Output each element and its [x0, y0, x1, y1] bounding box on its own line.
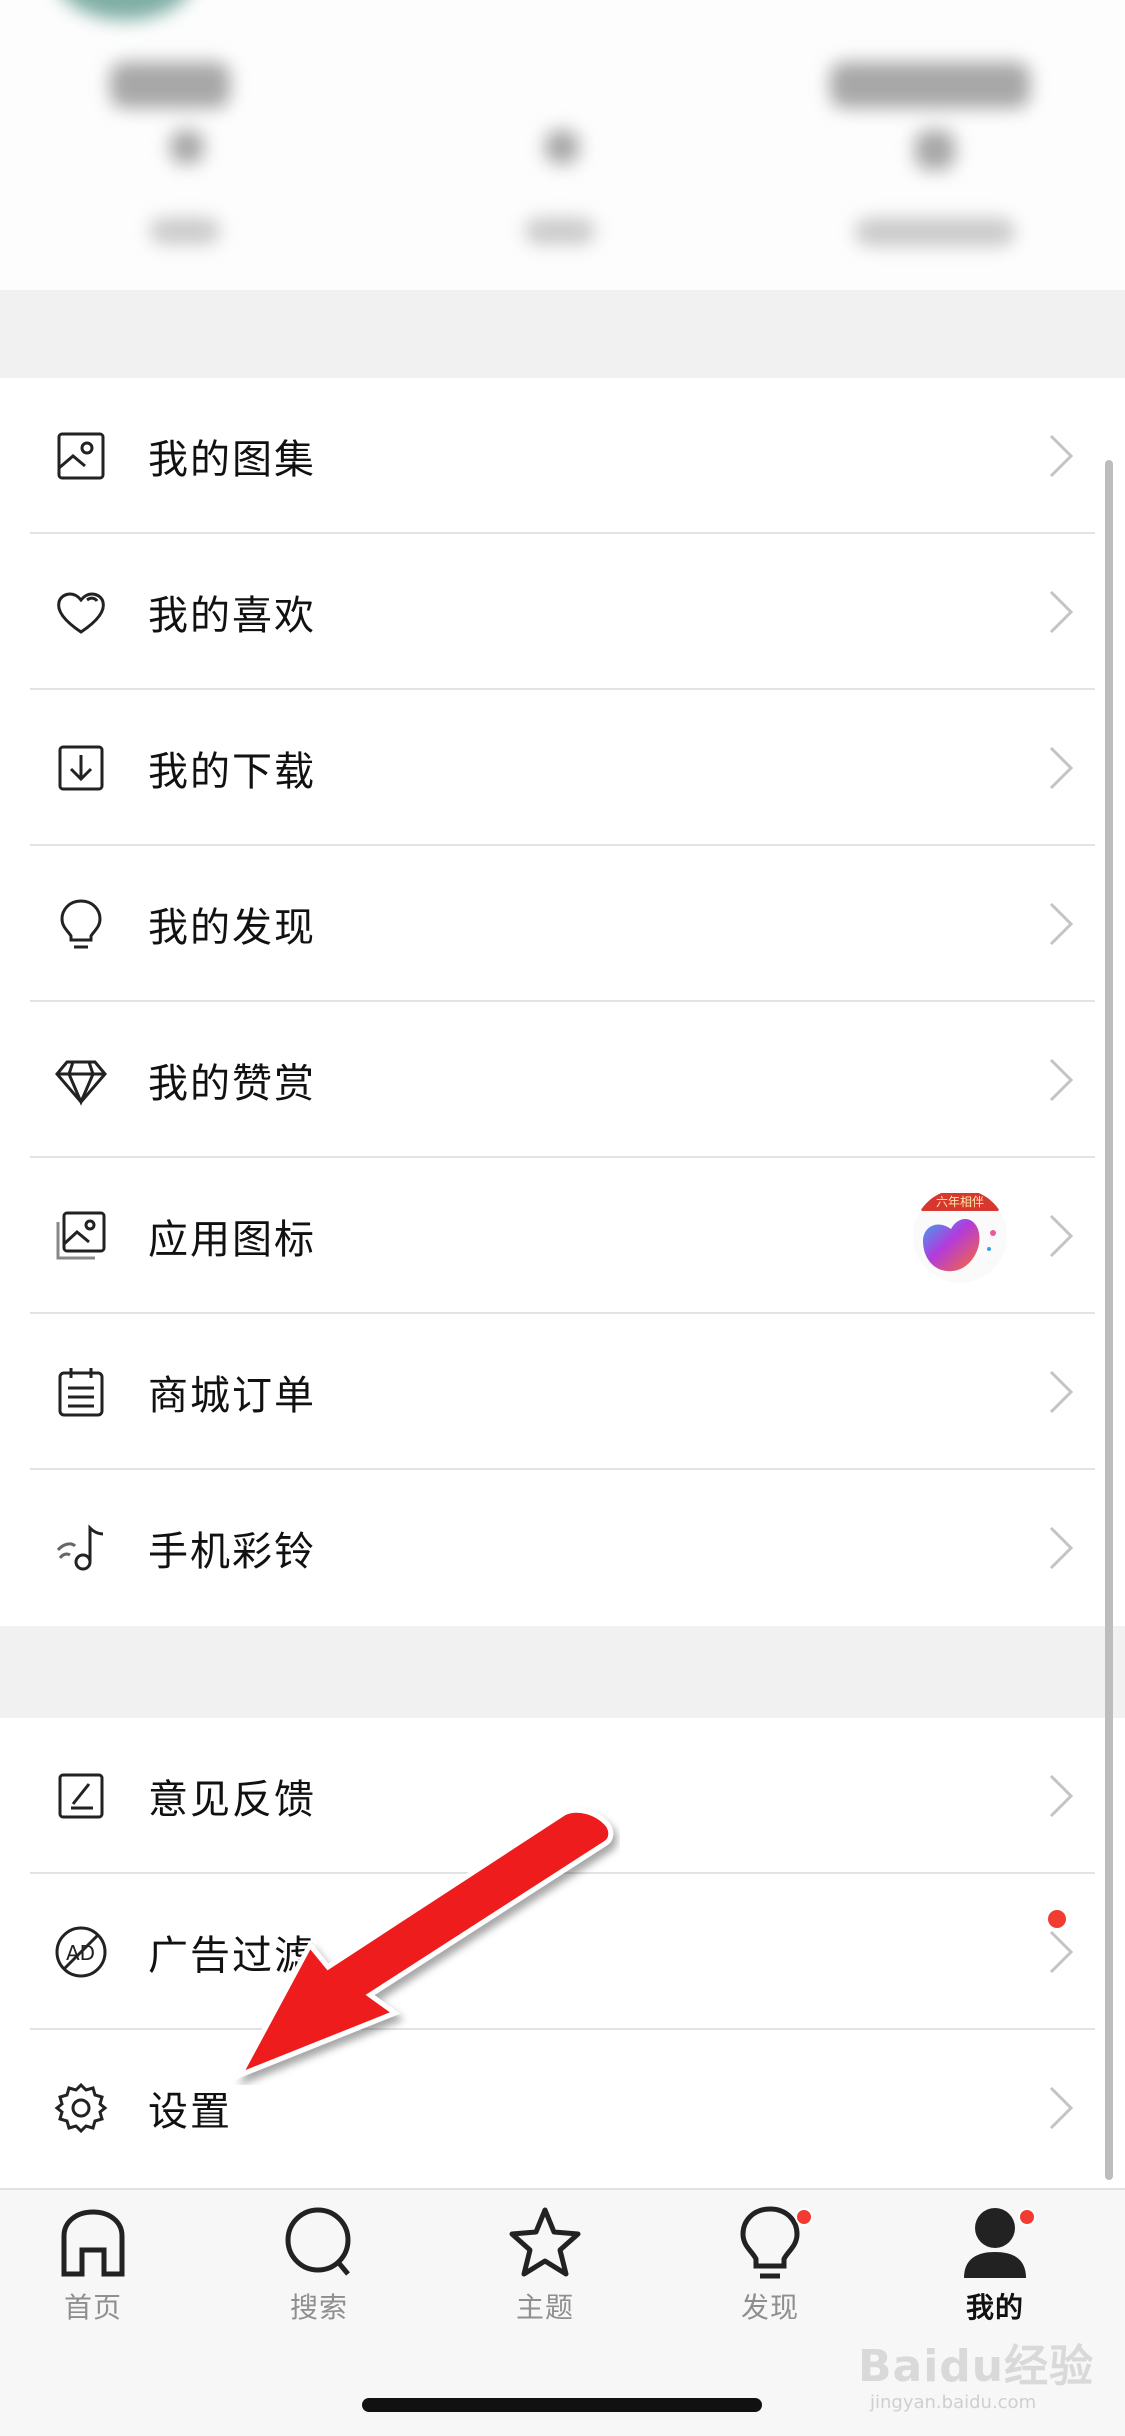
diamond-icon: [50, 1049, 112, 1111]
section-gap: [0, 1626, 1125, 1718]
notification-dot: [1018, 2208, 1036, 2226]
menu-item-label: 设置: [148, 2089, 232, 2135]
scrollbar[interactable]: [1105, 460, 1113, 2180]
ringtone-icon: [50, 1517, 112, 1579]
tab-mine[interactable]: 我的: [920, 2204, 1070, 2334]
home-icon: [61, 2209, 125, 2277]
order-icon: [50, 1361, 112, 1423]
menu-item-my-downloads[interactable]: 我的下载: [0, 690, 1125, 846]
watermark-domain: jingyan.baidu.com: [870, 2392, 1037, 2413]
menu-item-label: 商城订单: [148, 1373, 316, 1419]
profile-header: [0, 0, 1125, 290]
section-gap: [0, 290, 1125, 378]
thumb-banner: 六年相伴: [921, 1193, 999, 1211]
tab-label: 我的: [965, 2291, 1024, 2324]
menu-item-my-discoveries[interactable]: 我的发现: [0, 846, 1125, 1002]
search-icon: [285, 2207, 351, 2276]
menu-item-label: 我的发现: [148, 905, 316, 951]
chevron-right-icon: [1049, 2086, 1074, 2130]
menu-item-my-albums[interactable]: 我的图集: [0, 378, 1125, 534]
tab-label: 主题: [515, 2291, 574, 2324]
chevron-right-icon: [1049, 1526, 1074, 1570]
chevron-right-icon: [1049, 746, 1074, 790]
menu-item-app-icon[interactable]: 应用图标 六年相伴: [0, 1158, 1125, 1314]
chevron-right-icon: [1049, 1930, 1074, 1974]
tab-home[interactable]: 首页: [18, 2204, 168, 2334]
chevron-right-icon: [1049, 590, 1074, 634]
chevron-right-icon: [1049, 1058, 1074, 1102]
notification-dot: [1048, 1910, 1066, 1928]
menu-item-my-likes[interactable]: 我的喜欢: [0, 534, 1125, 690]
menu-group-main: 我的图集 我的喜欢 我的下载 我的发现 我的赞赏 应用图标 六年相伴 商城订单 …: [0, 378, 1125, 1626]
menu-item-label: 我的赞赏: [148, 1061, 316, 1107]
chevron-right-icon: [1049, 1214, 1074, 1258]
ad-block-icon: AD: [50, 1921, 112, 1983]
album-icon: [50, 425, 112, 487]
tab-themes[interactable]: 主题: [470, 2204, 620, 2334]
menu-item-my-rewards[interactable]: 我的赞赏: [0, 1002, 1125, 1158]
app-icon-thumbnail: 六年相伴: [913, 1189, 1007, 1283]
tab-discover[interactable]: 发现: [695, 2204, 845, 2334]
gear-icon: [50, 2077, 112, 2139]
chevron-right-icon: [1049, 434, 1074, 478]
heart-icon: [50, 581, 112, 643]
star-icon: [509, 2207, 581, 2277]
tab-label: 首页: [63, 2291, 122, 2324]
tab-label: 发现: [740, 2291, 799, 2324]
chevron-right-icon: [1049, 902, 1074, 946]
watermark: Baidu经验: [858, 2341, 1095, 2392]
menu-item-label: 应用图标: [148, 1217, 316, 1263]
avatar: [55, 0, 195, 20]
menu-item-label: 手机彩铃: [148, 1529, 316, 1575]
notification-dot: [795, 2208, 813, 2226]
bulb-icon: [50, 893, 112, 955]
chevron-right-icon: [1049, 1370, 1074, 1414]
download-icon: [50, 737, 112, 799]
menu-item-label: 我的下载: [148, 749, 316, 795]
home-indicator: [362, 2398, 762, 2412]
menu-item-ringtone[interactable]: 手机彩铃: [0, 1470, 1125, 1626]
menu-item-label: 我的图集: [148, 437, 316, 483]
chevron-right-icon: [1049, 1774, 1074, 1818]
tab-search[interactable]: 搜索: [244, 2204, 394, 2334]
menu-item-label: 我的喜欢: [148, 593, 316, 639]
menu-item-mall-orders[interactable]: 商城订单: [0, 1314, 1125, 1470]
annotation-arrow: [234, 1807, 614, 2080]
feedback-icon: [50, 1765, 112, 1827]
svg-text:AD: AD: [66, 1941, 95, 1965]
tab-label: 搜索: [289, 2291, 348, 2324]
image-icon: [50, 1205, 112, 1267]
